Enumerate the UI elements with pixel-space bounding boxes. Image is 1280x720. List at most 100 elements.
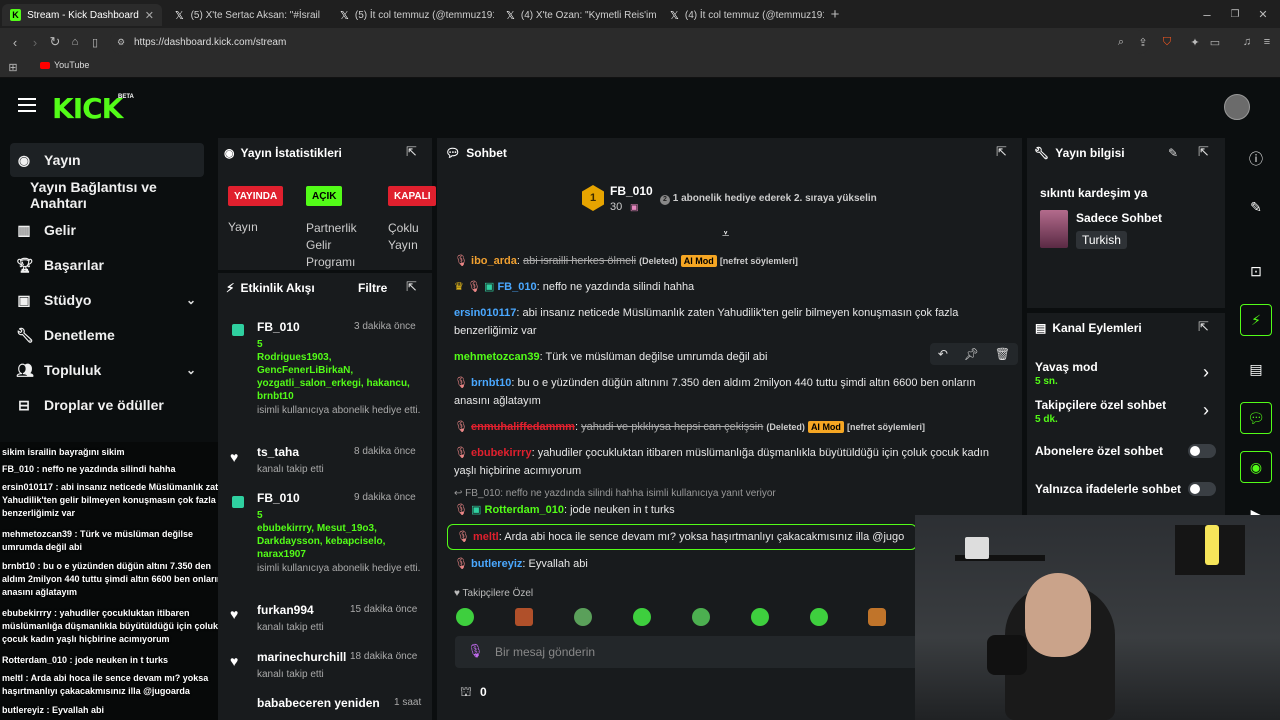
chat-bubble-icon[interactable]: 💬︎ bbox=[1240, 402, 1272, 434]
delete-icon[interactable]: 🗑︎ bbox=[995, 347, 1010, 361]
popout-icon[interactable]: ⇱ bbox=[1198, 144, 1209, 160]
sidebar-item-denetleme[interactable]: 🔧︎ Denetleme bbox=[10, 318, 204, 352]
sidebar-item-studyo[interactable]: ▣ Stüdyo ⌄ bbox=[10, 283, 204, 317]
tab-kick-dashboard[interactable]: K Stream - Kick Dashboard ✕ bbox=[2, 4, 162, 26]
filter-button[interactable]: Filtre bbox=[358, 281, 387, 295]
reload-icon[interactable]: ↻ bbox=[46, 33, 64, 51]
popout-icon[interactable]: ⇱ bbox=[406, 144, 417, 160]
points-icon[interactable]: ⛫ bbox=[460, 684, 472, 702]
wrench-icon: 🔧︎ bbox=[16, 326, 34, 343]
avatar[interactable] bbox=[1224, 94, 1250, 120]
capture-icon[interactable]: ⊡ bbox=[1240, 255, 1272, 287]
chat-message[interactable]: 🎙︎ ibo_arda: abi israilli herkes ölmeli … bbox=[454, 252, 1014, 270]
tab-x-2[interactable]: 𝕏 (5) İt col temmuz (@temmuz1919) / bbox=[332, 4, 494, 26]
sidebar-item-label: Yayın Bağlantısı ve Anahtarı bbox=[30, 179, 157, 211]
chat-message[interactable]: 🎙︎ brnbt10: bu o e yüzünden düğün altını… bbox=[454, 374, 1014, 410]
bookmark-icon[interactable]: ▯ bbox=[86, 33, 104, 51]
chevron-right-icon[interactable]: › bbox=[1203, 362, 1209, 383]
chat-username[interactable]: Rotterdam_010 bbox=[485, 504, 564, 516]
sidebar-item-yayin-baglantisi[interactable]: Yayın Bağlantısı ve Anahtarı bbox=[10, 178, 204, 212]
subscribers-only-toggle[interactable] bbox=[1188, 444, 1216, 458]
extensions-icon[interactable]: ✦ bbox=[1186, 33, 1204, 51]
emote-icon[interactable] bbox=[692, 608, 710, 626]
chat-input[interactable]: 🎙︎ Bir mesaj gönderin bbox=[455, 636, 925, 668]
zoom-icon[interactable]: ⌕ bbox=[1112, 33, 1130, 51]
activity-username[interactable]: FB_010 bbox=[257, 491, 300, 505]
sidebar-item-droplar[interactable]: ⊟ Droplar ve ödüller bbox=[10, 388, 204, 422]
popout-icon[interactable]: ⇱ bbox=[406, 279, 417, 295]
popout-icon[interactable]: ⇱ bbox=[996, 144, 1007, 160]
chat-message[interactable]: ersin010117: abi insanız neticede Müslüm… bbox=[454, 304, 1014, 340]
chat-message[interactable]: 🎙︎ ebubekirrry: yahudiler çocukluktan it… bbox=[454, 444, 1014, 480]
chat-username[interactable]: brnbt10 bbox=[471, 377, 511, 389]
bookmark-youtube[interactable]: YouTube bbox=[40, 60, 89, 70]
minimize-icon[interactable]: – bbox=[1198, 5, 1216, 23]
sidebar-item-gelir[interactable]: ▥ Gelir bbox=[10, 213, 204, 247]
tab-x-4[interactable]: 𝕏 (4) İt col temmuz (@temmuz1919) / bbox=[662, 4, 824, 26]
activity-username[interactable]: ts_taha bbox=[257, 445, 299, 459]
document-icon[interactable]: ▤ bbox=[1240, 353, 1272, 385]
emote-icon[interactable] bbox=[633, 608, 651, 626]
popout-icon[interactable]: ⇱ bbox=[1198, 319, 1209, 335]
overlay-chat-line: ersin010117 : abi insanız neticede Müslü… bbox=[2, 482, 229, 518]
activity-username[interactable]: bababeceren yeniden bbox=[257, 696, 380, 710]
broadcast-icon[interactable]: ◉ bbox=[1240, 451, 1272, 483]
chat-text: abi israilli herkes ölmeli bbox=[523, 255, 637, 267]
sidebar-toggle-icon[interactable]: ▭ bbox=[1206, 33, 1224, 51]
chat-username[interactable]: FB_010 bbox=[497, 281, 536, 293]
maximize-icon[interactable]: ❐ bbox=[1226, 5, 1244, 23]
edit-icon[interactable]: ✎ bbox=[1168, 146, 1178, 160]
hamburger-menu-icon[interactable] bbox=[18, 98, 36, 112]
emote-only-toggle[interactable] bbox=[1188, 482, 1216, 496]
emote-icon[interactable] bbox=[456, 608, 474, 626]
chat-username[interactable]: mehmetozcan39 bbox=[454, 351, 540, 363]
reply-icon[interactable]: ↶ bbox=[938, 347, 948, 361]
chevron-right-icon[interactable]: › bbox=[1203, 400, 1209, 421]
close-window-icon[interactable]: ✕ bbox=[1254, 5, 1272, 23]
pin-icon[interactable]: 📌︎ bbox=[964, 347, 979, 361]
emote-icon[interactable] bbox=[751, 608, 769, 626]
chat-message[interactable]: ♛ 🎙︎ ▣ FB_010: neffo ne yazdında silindi… bbox=[454, 278, 1014, 296]
forward-icon[interactable]: › bbox=[26, 33, 44, 51]
chat-message[interactable]: 🎙︎ enmuhaliffedammm: yahudi ve pkklıysa … bbox=[454, 418, 1014, 436]
chat-username[interactable]: ibo_arda bbox=[471, 255, 517, 267]
top-gifter-name[interactable]: FB_010 bbox=[610, 184, 653, 198]
emote-icon[interactable] bbox=[810, 608, 828, 626]
kick-logo[interactable]: KICK bbox=[52, 92, 123, 125]
chat-username[interactable]: meltl bbox=[473, 531, 499, 543]
pinned-collapse-icon[interactable]: ⩡ bbox=[722, 226, 729, 242]
activity-username[interactable]: FB_010 bbox=[257, 320, 300, 334]
tab-x-3[interactable]: 𝕏 (4) X'te Ozan: "Kymetli Reis'im bu ol bbox=[498, 4, 660, 26]
status-badge-partner: AÇIK bbox=[306, 186, 343, 206]
chat-username[interactable]: ebubekirrry bbox=[471, 447, 532, 459]
menu-icon[interactable]: ≡ bbox=[1258, 33, 1276, 51]
back-icon[interactable]: ‹ bbox=[6, 33, 24, 51]
close-icon[interactable]: ✕ bbox=[145, 9, 154, 22]
highlighted-message[interactable]: 🎙︎ meltl: Arda abi hoca ile sence devam … bbox=[447, 524, 917, 550]
share-icon[interactable]: ⇪ bbox=[1134, 33, 1152, 51]
info-icon[interactable]: ⓘ bbox=[1240, 143, 1272, 175]
site-info-icon[interactable]: ⚙ bbox=[112, 33, 130, 51]
chat-username[interactable]: butlereyiz bbox=[471, 558, 522, 570]
emote-icon[interactable] bbox=[574, 608, 592, 626]
users-icon: 👥︎ bbox=[16, 361, 34, 378]
tab-x-1[interactable]: 𝕏 (5) X'te Sertac Aksan: "#İsrail bbox=[166, 4, 328, 26]
url-field[interactable]: ⚙ https://dashboard.kick.com/stream bbox=[110, 30, 1150, 54]
emote-icon[interactable] bbox=[868, 608, 886, 626]
edit-icon[interactable]: ✎ bbox=[1240, 191, 1272, 223]
mic-icon[interactable]: 🎙︎ bbox=[467, 643, 484, 659]
apps-grid-icon[interactable]: ⊞ bbox=[4, 58, 22, 76]
emote-icon[interactable] bbox=[515, 608, 533, 626]
activity-username[interactable]: furkan994 bbox=[257, 603, 314, 617]
sidebar-item-topluluk[interactable]: 👥︎ Topluluk ⌄ bbox=[10, 353, 204, 387]
chat-username[interactable]: enmuhaliffedammm bbox=[471, 421, 575, 433]
new-tab-icon[interactable]: + bbox=[826, 5, 844, 23]
activity-username[interactable]: marinechurchill bbox=[257, 650, 346, 664]
home-icon[interactable]: ⌂ bbox=[66, 33, 84, 51]
sidebar-item-basarilar[interactable]: 🏆︎ Başarılar bbox=[10, 248, 204, 282]
chat-username[interactable]: ersin010117 bbox=[454, 307, 516, 319]
media-icon[interactable]: ♫ bbox=[1238, 33, 1256, 51]
bolt-icon[interactable]: ⚡︎ bbox=[1240, 304, 1272, 336]
brave-shield-icon[interactable]: ⛉ bbox=[1158, 33, 1176, 51]
sidebar-item-yayin[interactable]: ◉ Yayın bbox=[10, 143, 204, 177]
